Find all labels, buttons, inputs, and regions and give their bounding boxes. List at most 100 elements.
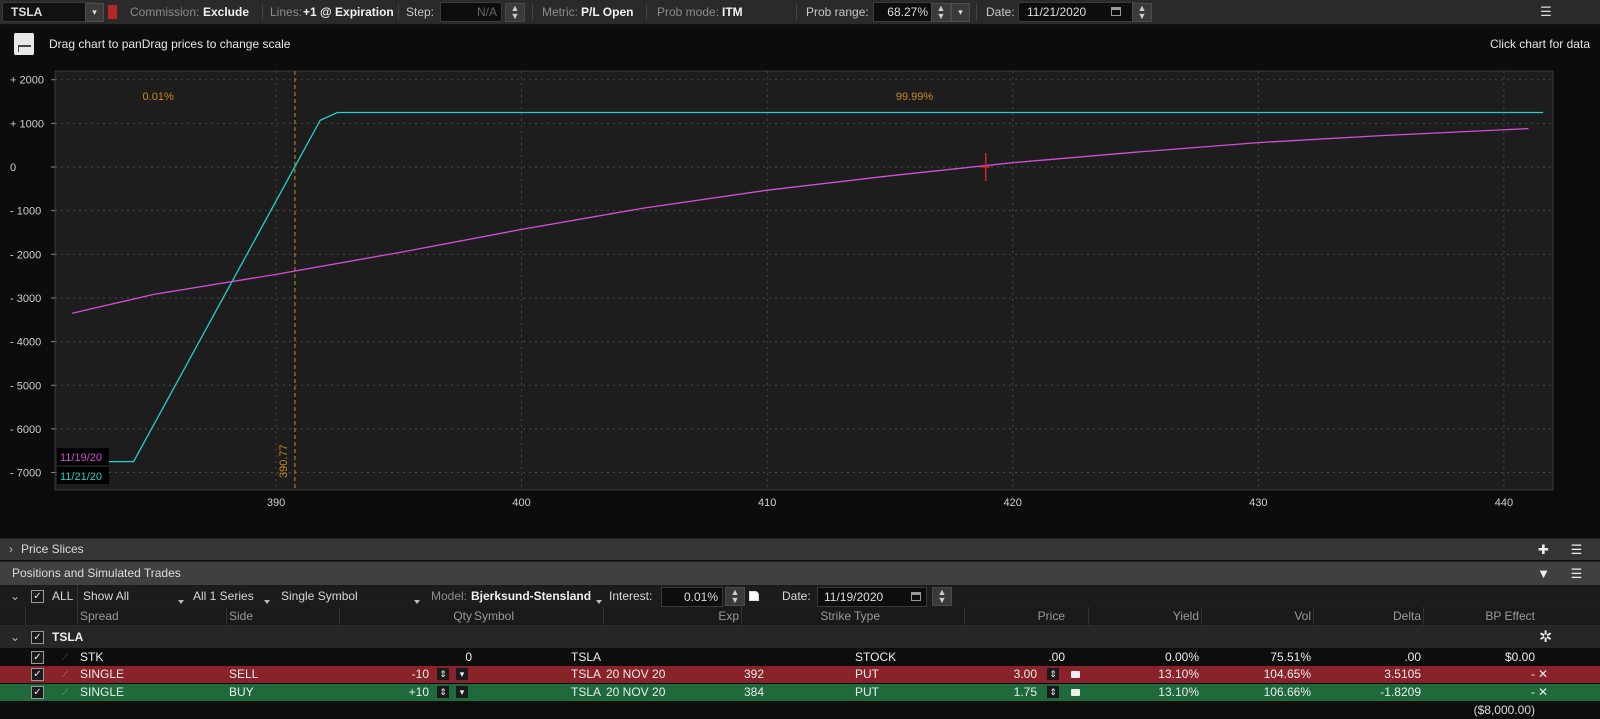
sim-date-label: Date:	[782, 589, 811, 603]
col-delta[interactable]: Delta	[1313, 607, 1421, 625]
price-slices-bar[interactable]: › Price Slices ✚ ☰	[0, 538, 1600, 560]
date-spinner[interactable]: ▲ ▼	[1132, 3, 1152, 22]
add-price-slice-icon[interactable]: ✚	[1535, 541, 1552, 558]
qty-spinner[interactable]: ⇕	[437, 686, 449, 698]
price-slices-expand-icon[interactable]: ›	[9, 539, 13, 560]
qty-dropdown[interactable]: ▾	[456, 686, 468, 698]
y-tick-label: - 6000	[10, 424, 41, 436]
prob-range-field[interactable]: 68.27%	[873, 2, 933, 22]
y-tick-label: - 5000	[10, 380, 41, 392]
col-strike[interactable]: Strike	[741, 607, 851, 625]
interest-spinner[interactable]: ▲ ▼	[725, 587, 745, 606]
row-exp[interactable]: 20 NOV 20	[606, 666, 665, 683]
chart-settings-icon[interactable]	[14, 33, 34, 55]
prob-range-dropdown[interactable]: ▾	[951, 3, 970, 22]
positions-bar[interactable]: Positions and Simulated Trades ▼ ☰	[0, 561, 1600, 585]
col-symbol[interactable]: Symbol	[474, 607, 514, 625]
interest-field[interactable]: 0.01%	[661, 587, 723, 607]
col-bp-effect[interactable]: BP Effect	[1423, 607, 1535, 625]
row-price[interactable]: 1.75	[964, 684, 1037, 701]
qty-spinner[interactable]: ⇕	[437, 668, 449, 680]
row-strike[interactable]: 392	[744, 666, 764, 683]
step-spinner[interactable]: ▲ ▼	[505, 3, 525, 22]
prob-mode-value[interactable]: ITM	[722, 0, 743, 24]
position-row[interactable]: ✓ ⟋ STK 0 TSLA STOCK .00 0.00% 75.51% .0…	[0, 649, 1600, 666]
collapse-all-icon[interactable]: ⌄	[10, 585, 20, 607]
col-vol[interactable]: Vol	[1201, 607, 1311, 625]
remove-row-icon[interactable]: ✕	[1538, 684, 1548, 701]
row-chart-icon: ⟋	[62, 687, 69, 697]
series-filter-select[interactable]: All 1 Series	[193, 585, 254, 607]
row-checkbox[interactable]: ✓	[31, 668, 44, 681]
row-strike[interactable]: 384	[744, 684, 764, 701]
row-exp[interactable]: 20 NOV 20	[606, 684, 665, 701]
risk-profile-chart[interactable]: 390 400 410 420 430 440 + 2000 + 1000 0 - 1000 - 2…	[0, 65, 1600, 530]
group-row-tsla[interactable]: ⌄ ✓ TSLA ✲	[0, 626, 1600, 648]
col-spread[interactable]: Spread	[80, 607, 119, 625]
probability-line-label: 390.77	[278, 444, 290, 478]
x-tick-label: 390	[267, 497, 285, 509]
position-row[interactable]: ✓ ⟋ SINGLE BUY +10 ⇕ ▾ TSLA 20 NOV 20 38…	[0, 684, 1600, 701]
row-price[interactable]: .00	[964, 649, 1065, 666]
position-row[interactable]: ✓ ⟋ SINGLE SELL -10 ⇕ ▾ TSLA 20 NOV 20 3…	[0, 666, 1600, 683]
row-side[interactable]: BUY	[229, 684, 254, 701]
commission-value[interactable]: Exclude	[203, 0, 249, 24]
x-tick-label: 400	[512, 497, 530, 509]
y-tick-label: - 3000	[10, 293, 41, 305]
step-label: Step:	[406, 5, 435, 19]
row-vol: 106.66%	[1263, 685, 1311, 699]
row-type[interactable]: PUT	[855, 666, 879, 683]
price-slices-menu-icon[interactable]: ☰	[1568, 541, 1585, 558]
sim-date-spinner[interactable]: ▲ ▼	[932, 587, 952, 606]
prob-range-spinner[interactable]: ▲ ▼	[931, 3, 951, 22]
select-all-checkbox[interactable]: ✓	[31, 590, 44, 603]
y-tick-label: 0	[10, 162, 16, 174]
symbol-mode-select[interactable]: Single Symbol	[281, 585, 358, 607]
sim-calendar-icon[interactable]	[911, 592, 921, 601]
row-type[interactable]: PUT	[855, 684, 879, 701]
date-label: Date:	[986, 5, 1015, 19]
calendar-icon[interactable]	[1111, 7, 1121, 16]
row-yield: 13.10%	[1158, 667, 1199, 681]
col-type[interactable]: Type	[854, 607, 880, 625]
col-price[interactable]: Price	[964, 607, 1065, 625]
row-qty[interactable]: -10	[339, 666, 429, 683]
show-filter-select[interactable]: Show All	[83, 585, 129, 607]
step-field[interactable]: N/A	[440, 2, 502, 22]
row-qty[interactable]: 0	[339, 649, 472, 666]
menu-icon[interactable]: ☰	[1538, 5, 1554, 19]
col-qty[interactable]: Qty	[339, 607, 472, 625]
row-chart-icon: ⟋	[62, 652, 69, 662]
positions-collapse-icon[interactable]: ▼	[1535, 565, 1552, 582]
total-row: ($8,000.00)	[0, 701, 1600, 719]
col-yield[interactable]: Yield	[1088, 607, 1199, 625]
symbol-dropdown-button[interactable]: ▾	[85, 3, 104, 22]
qty-dropdown[interactable]: ▾	[456, 668, 468, 680]
remove-row-icon[interactable]: ✕	[1538, 666, 1548, 683]
model-select[interactable]: Bjerksund-Stensland	[471, 585, 591, 607]
price-spinner[interactable]: ⇕	[1047, 668, 1059, 680]
row-side[interactable]: SELL	[229, 666, 258, 683]
row-qty[interactable]: +10	[339, 684, 429, 701]
lock-open-icon[interactable]	[749, 591, 759, 601]
row-checkbox[interactable]: ✓	[31, 686, 44, 699]
metric-value[interactable]: P/L Open	[581, 0, 633, 24]
prob-range-label: Prob range:	[806, 5, 869, 19]
positions-menu-icon[interactable]: ☰	[1568, 565, 1585, 582]
group-collapse-icon[interactable]: ⌄	[10, 626, 20, 648]
price-spinner[interactable]: ⇕	[1047, 686, 1059, 698]
row-price[interactable]: 3.00	[964, 666, 1037, 683]
chart-svg[interactable]: 390 400 410 420 430 440 + 2000 + 1000 0 - 1000 - 2…	[0, 65, 1600, 530]
symbol-field[interactable]: TSLA	[2, 2, 94, 22]
row-vol: 104.65%	[1263, 667, 1311, 681]
group-checkbox[interactable]: ✓	[31, 631, 44, 644]
lines-value[interactable]: +1 @ Expiration	[303, 0, 394, 24]
col-side[interactable]: Side	[229, 607, 253, 625]
row-checkbox[interactable]: ✓	[31, 651, 44, 664]
price-lock-icon[interactable]	[1071, 689, 1080, 696]
row-spread: SINGLE	[80, 685, 125, 699]
col-exp[interactable]: Exp	[603, 607, 739, 625]
link-color-icon[interactable]	[108, 5, 117, 19]
price-lock-icon[interactable]	[1071, 671, 1080, 678]
group-settings-icon[interactable]: ✲	[1539, 627, 1552, 649]
